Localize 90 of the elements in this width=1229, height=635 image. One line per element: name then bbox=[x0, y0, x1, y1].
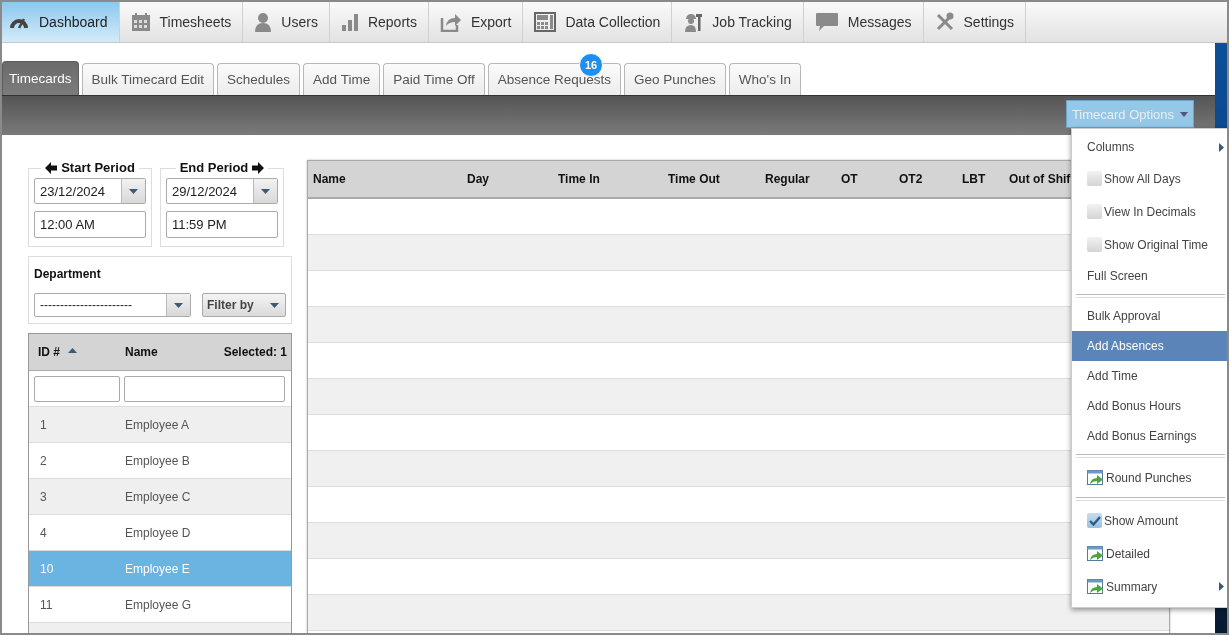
nav-item[interactable]: Reports bbox=[329, 2, 429, 42]
column-header[interactable]: LBT bbox=[962, 172, 986, 186]
tab[interactable]: Timecards bbox=[2, 61, 79, 95]
menu-item[interactable]: Add Bonus Earnings bbox=[1072, 421, 1227, 451]
column-header[interactable]: Out of Shif bbox=[1009, 172, 1071, 186]
period-label: Start Period bbox=[61, 160, 135, 175]
left-arrow-icon bbox=[45, 161, 58, 174]
tab[interactable]: Who's In bbox=[728, 63, 801, 95]
column-header[interactable]: ID # bbox=[38, 345, 60, 359]
menu-item[interactable]: Columns bbox=[1072, 132, 1227, 162]
menu-item[interactable]: Show All Days bbox=[1072, 162, 1227, 195]
menu-item[interactable]: Round Punches bbox=[1072, 461, 1227, 494]
id-cell-text: 2 bbox=[40, 453, 48, 468]
name-cell: Employee B bbox=[125, 453, 190, 468]
nav-item[interactable]: Export bbox=[428, 2, 524, 42]
data-table-icon bbox=[534, 12, 557, 32]
menu-item[interactable]: Add Bonus Hours bbox=[1072, 391, 1227, 421]
id-cell-text: 3 bbox=[40, 489, 48, 504]
department-label: Department bbox=[34, 267, 102, 281]
right-arrow-icon bbox=[252, 161, 265, 174]
dropdown-button[interactable] bbox=[253, 179, 277, 203]
id-cell-text: 10 bbox=[40, 561, 55, 576]
nav-item[interactable]: Timesheets bbox=[119, 2, 244, 42]
tab[interactable]: Paid Time Off bbox=[383, 63, 485, 95]
date-select[interactable]: 23/12/2024 bbox=[34, 178, 146, 204]
name-cell: Employee A bbox=[125, 417, 190, 432]
department-select[interactable]: ----------------------- bbox=[34, 293, 191, 317]
calendar-icon bbox=[130, 12, 151, 32]
worker-icon bbox=[683, 12, 704, 32]
checkbox[interactable] bbox=[1087, 513, 1102, 528]
speech-bubble-icon bbox=[814, 12, 839, 32]
caret-icon bbox=[1180, 111, 1188, 117]
checkbox[interactable] bbox=[1087, 171, 1102, 186]
tab[interactable]: Add Time bbox=[303, 63, 381, 95]
id-cell-text: 11 bbox=[40, 597, 54, 612]
sort-up-icon bbox=[68, 347, 77, 353]
selected-count: Selected: 1 bbox=[223, 345, 287, 359]
bar-chart-icon bbox=[340, 13, 359, 31]
time-field[interactable]: 11:59 PM bbox=[166, 211, 278, 238]
column-header[interactable]: OT bbox=[841, 172, 858, 186]
column-header[interactable]: Day bbox=[467, 172, 489, 186]
menu-item[interactable]: Show Amount bbox=[1072, 504, 1227, 537]
dropdown-button[interactable] bbox=[121, 179, 145, 203]
date-select[interactable]: 29/12/2024 bbox=[166, 178, 278, 204]
tab[interactable]: Bulk Timecard Edit bbox=[81, 63, 215, 95]
menu-item[interactable]: Add Time bbox=[1072, 361, 1227, 391]
name-cell: Employee C bbox=[125, 489, 191, 504]
column-header[interactable]: Regular bbox=[765, 172, 810, 186]
id-cell-text: 1 bbox=[40, 417, 48, 432]
time-field[interactable]: 12:00 AM bbox=[34, 211, 146, 238]
column-header[interactable]: Name bbox=[313, 172, 346, 186]
column-header[interactable]: Time In bbox=[558, 172, 600, 186]
column-header[interactable]: Time Out bbox=[668, 172, 720, 186]
tools-icon bbox=[934, 12, 955, 32]
menu-item[interactable]: Summary bbox=[1072, 570, 1227, 603]
nav-item[interactable]: Dashboard bbox=[2, 2, 120, 42]
name-cell: Employee G bbox=[125, 597, 192, 612]
nav-item[interactable]: Data Collection bbox=[523, 2, 673, 42]
checkbox[interactable] bbox=[1087, 204, 1102, 219]
column-header[interactable]: OT2 bbox=[899, 172, 923, 186]
caret-icon bbox=[261, 188, 270, 194]
filter-by-button[interactable]: Filter by bbox=[202, 293, 286, 317]
name-filter-field[interactable] bbox=[124, 375, 285, 402]
nav-item[interactable]: Users bbox=[243, 2, 330, 42]
employee-row[interactable]: 1 Employee A bbox=[29, 407, 291, 443]
menu-item[interactable]: Detailed bbox=[1072, 537, 1227, 570]
share-arrow-icon bbox=[439, 12, 462, 32]
nav-item[interactable]: Messages bbox=[803, 2, 924, 42]
id-cell-text: 4 bbox=[40, 525, 48, 540]
name-cell: Employee E bbox=[125, 561, 190, 576]
menu-item[interactable]: Bulk Approval bbox=[1072, 301, 1227, 331]
caret-icon bbox=[174, 302, 183, 308]
menu-item[interactable]: Full Screen bbox=[1072, 261, 1227, 291]
tab[interactable]: Geo Punches bbox=[624, 63, 726, 95]
caret-icon bbox=[129, 188, 138, 194]
menu-item[interactable]: Show Original Time bbox=[1072, 228, 1227, 261]
checkbox[interactable] bbox=[1087, 237, 1102, 252]
caret-icon bbox=[270, 302, 279, 308]
tab[interactable]: Schedules bbox=[217, 63, 301, 95]
dropdown-button[interactable] bbox=[166, 294, 190, 316]
name-cell: Employee D bbox=[125, 525, 191, 540]
nav-item[interactable]: Job Tracking bbox=[672, 2, 804, 42]
id-filter-field[interactable] bbox=[34, 375, 120, 402]
menu-item[interactable]: View In Decimals bbox=[1072, 195, 1227, 228]
nav-item[interactable]: Settings bbox=[923, 2, 1027, 42]
menu-item[interactable]: Add Absences bbox=[1072, 331, 1227, 361]
employee-row[interactable]: 3 Employee C bbox=[29, 479, 291, 515]
period-label: End Period bbox=[179, 160, 249, 175]
column-header[interactable]: Name bbox=[125, 345, 224, 359]
person-icon bbox=[254, 12, 273, 32]
